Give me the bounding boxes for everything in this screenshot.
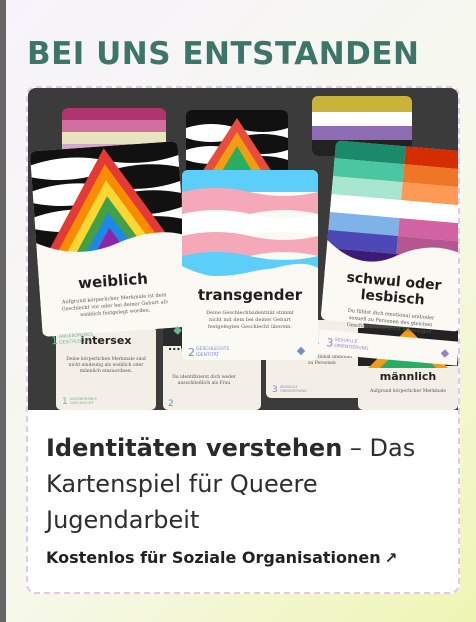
svg-text:Du identifizierst dich weder: Du identifizierst dich weder	[172, 374, 236, 380]
section-headline: BEI UNS ENTSTANDEN	[27, 36, 420, 72]
svg-text:transgender: transgender	[198, 286, 303, 304]
svg-text:ausschließlich als Frau: ausschließlich als Frau	[178, 380, 231, 386]
svg-text:1: 1	[51, 334, 59, 347]
cta-link[interactable]: Kostenlos für Soziale Organisationen ↗	[46, 548, 397, 567]
card-game-image: intersex Deine körperlichen Merkmale sin…	[28, 88, 458, 410]
project-card[interactable]: intersex Deine körperlichen Merkmale sin…	[26, 86, 460, 594]
cta-label: Kostenlos für Soziale Organisationen	[46, 548, 381, 567]
svg-text:3: 3	[272, 385, 278, 395]
arrow-up-right-icon: ↗	[384, 549, 398, 567]
svg-text:3: 3	[326, 336, 334, 350]
front-card-weiblich: weiblich Aufgrund körperlicher Merkmale …	[29, 141, 191, 347]
svg-text:2: 2	[188, 346, 195, 359]
svg-text:festgelegten Geschlecht überei: festgelegten Geschlecht überein.	[208, 324, 292, 330]
svg-text:Deine Geschlechtsidentität sti: Deine Geschlechtsidentität stimmt	[206, 310, 294, 316]
svg-text:nicht eindeutig als weiblich o: nicht eindeutig als weiblich oder	[69, 362, 145, 368]
card-text: Identitäten verstehen – Das Kartenspiel …	[46, 430, 446, 567]
card-title-bold: Identitäten verstehen	[46, 434, 343, 462]
svg-text:Aufgrund körperlicher Merkmale: Aufgrund körperlicher Merkmale	[369, 388, 446, 394]
svg-text:nicht mit dem bei deiner Gebur: nicht mit dem bei deiner Geburt	[209, 317, 291, 323]
svg-text:ORIENTIERUNG: ORIENTIERUNG	[280, 389, 307, 393]
svg-text:GESCHLECHTS: GESCHLECHTS	[196, 346, 229, 352]
svg-text:männlich: männlich	[380, 370, 436, 383]
svg-text:Deine körperlichen Merkmale si: Deine körperlichen Merkmale sind	[66, 356, 146, 362]
svg-text:2: 2	[168, 399, 174, 409]
front-card-schwul-oder-lesbisch: schwul oder lesbisch Du fühlst dich emot…	[320, 140, 458, 335]
svg-text:GESCHLECHT: GESCHLECHT	[70, 401, 94, 405]
svg-text:männlich einzuordnen.: männlich einzuordnen.	[80, 368, 133, 374]
left-edge-bar	[0, 0, 6, 622]
card-title[interactable]: Identitäten verstehen – Das Kartenspiel …	[46, 430, 446, 538]
svg-text:IDENTITÄT: IDENTITÄT	[196, 351, 219, 358]
svg-text:1: 1	[62, 397, 68, 407]
svg-text:zu Personen: zu Personen	[308, 360, 336, 366]
front-card-transgender: transgender Deine Geschlechtsidentität s…	[182, 170, 318, 360]
